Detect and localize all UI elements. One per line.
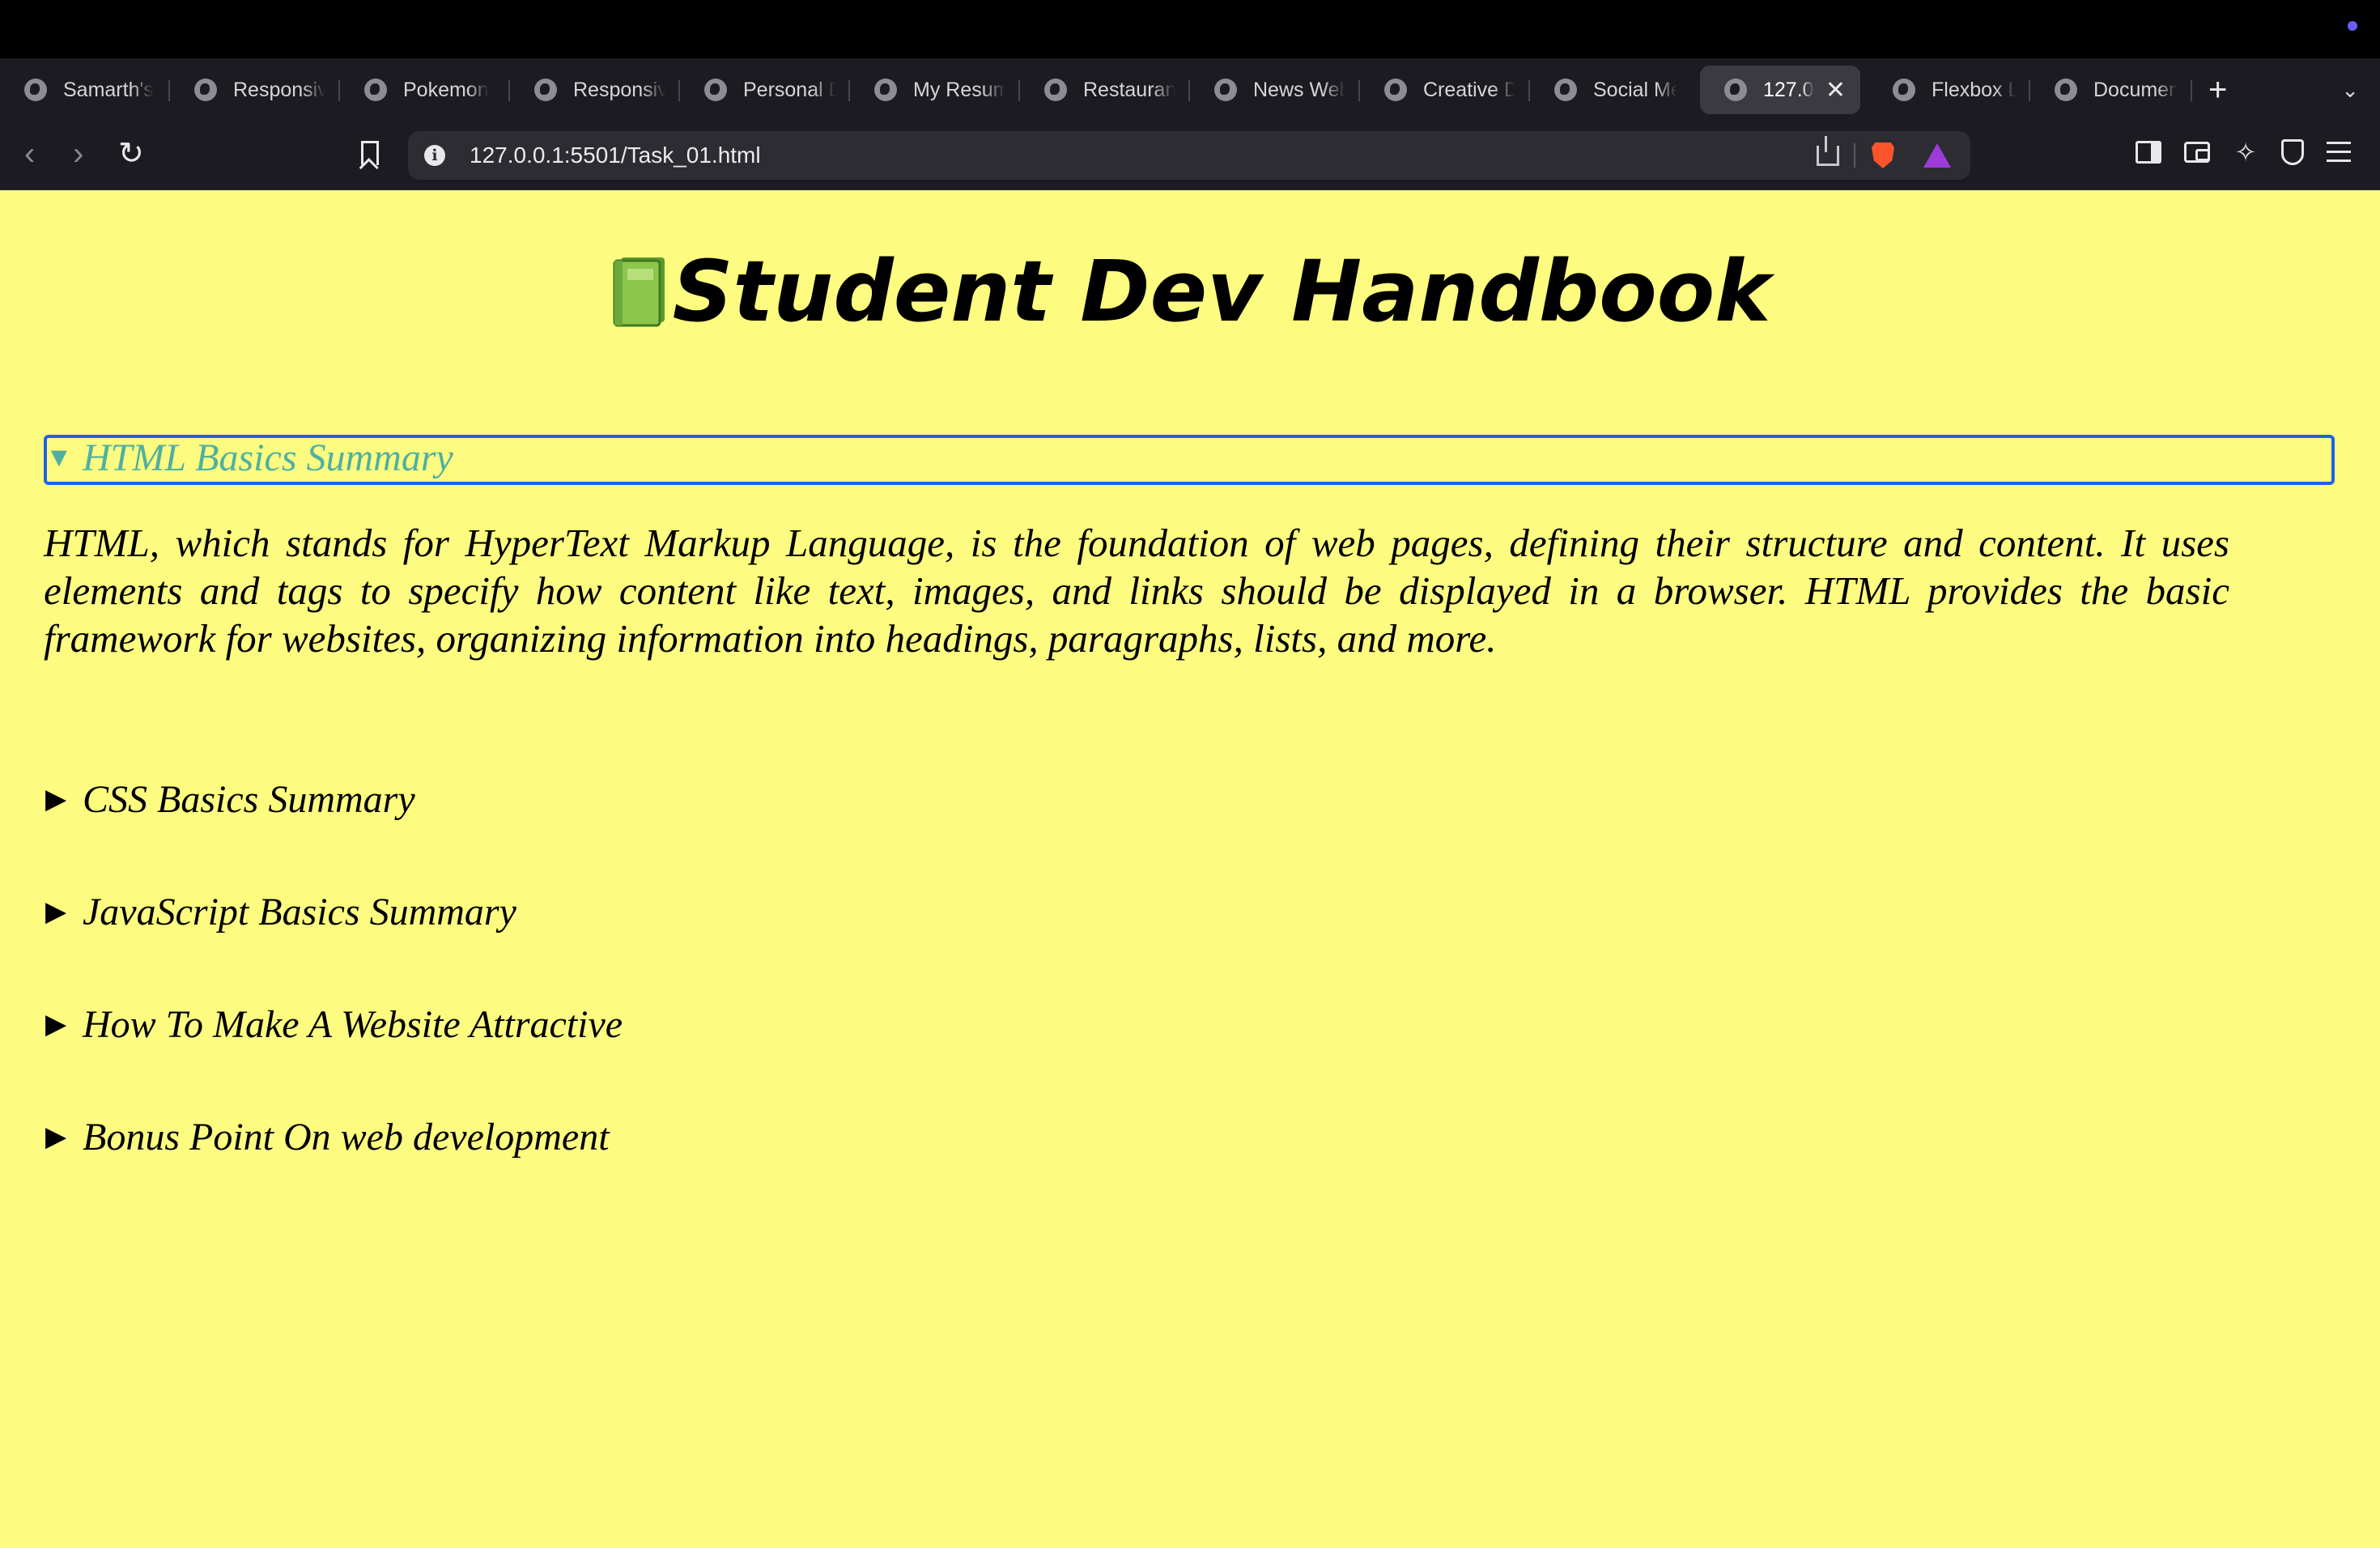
tab-8[interactable]: News Web bbox=[1190, 66, 1360, 114]
disclosure-closed-icon: ▶ bbox=[45, 1122, 67, 1152]
summary-website-attractive[interactable]: ▶ How To Make A Website Attractive bbox=[45, 1001, 623, 1049]
status-dot bbox=[2348, 21, 2357, 31]
close-tab-icon[interactable]: ✕ bbox=[1817, 76, 1846, 104]
back-icon[interactable]: ‹ bbox=[24, 138, 35, 170]
tab-1[interactable]: Samarth's bbox=[0, 66, 170, 114]
tab-list-chevron-icon[interactable]: ⌄ bbox=[2341, 78, 2359, 103]
globe-icon bbox=[24, 79, 47, 101]
page-title: Student Dev Handbook bbox=[0, 239, 2380, 344]
globe-icon bbox=[1554, 79, 1577, 101]
tab-label: Social Me bbox=[1593, 78, 1677, 101]
vpn-shield-icon[interactable] bbox=[2281, 139, 2304, 165]
globe-icon bbox=[1214, 79, 1237, 101]
reload-icon[interactable]: ↻ bbox=[118, 138, 144, 170]
tab-label: News Web bbox=[1253, 78, 1345, 101]
tab-label: Responsive bbox=[573, 78, 665, 101]
globe-icon bbox=[2055, 79, 2077, 101]
globe-icon bbox=[194, 79, 217, 101]
tab-2[interactable]: Responsive bbox=[170, 66, 340, 114]
url-text[interactable]: 127.0.0.1:5501/Task_01.html bbox=[470, 142, 761, 168]
tab-6[interactable]: My Resume bbox=[850, 66, 1020, 114]
page-content: Student Dev Handbook ▼ HTML Basics Summa… bbox=[0, 190, 2380, 1548]
wallet-icon[interactable] bbox=[2184, 142, 2210, 163]
menu-icon[interactable] bbox=[2327, 142, 2351, 163]
tab-5[interactable]: Personal D bbox=[680, 66, 850, 114]
tab-active[interactable]: 127.0 ✕ bbox=[1700, 66, 1860, 114]
new-tab-button[interactable]: + bbox=[2208, 74, 2241, 106]
tab-label: Documen bbox=[2093, 78, 2178, 101]
tab-label: Responsive bbox=[233, 78, 325, 101]
globe-icon bbox=[1044, 79, 1067, 101]
tab-label: Creative D bbox=[1423, 78, 1515, 101]
tab-13[interactable]: Documen bbox=[2030, 66, 2192, 114]
page-title-text: Student Dev Handbook bbox=[672, 242, 1771, 341]
tab-label: Personal D bbox=[743, 78, 835, 101]
navigation-bar: ‹ › ↻ i 127.0.0.1:5501/Task_01.html ✧ bbox=[0, 121, 2380, 190]
forward-icon[interactable]: › bbox=[73, 138, 83, 170]
tab-label: Samarth's bbox=[63, 78, 154, 101]
bat-rewards-icon[interactable] bbox=[1923, 143, 1951, 168]
globe-icon bbox=[1724, 79, 1747, 101]
brave-shields-icon[interactable] bbox=[1872, 142, 1894, 168]
share-icon[interactable] bbox=[1817, 135, 1839, 166]
tab-separator bbox=[2191, 80, 2192, 101]
disclosure-open-icon: ▼ bbox=[45, 443, 73, 473]
tab-strip: Samarth's Responsive Pokemon Responsive … bbox=[0, 58, 2380, 121]
bookmark-icon[interactable] bbox=[361, 141, 379, 165]
toolbar-right: ✧ bbox=[2136, 139, 2351, 165]
summary-html-basics[interactable]: ▼ HTML Basics Summary bbox=[45, 434, 453, 483]
window-top-strip bbox=[0, 0, 2380, 58]
summary-label: JavaScript Basics Summary bbox=[83, 891, 516, 933]
summary-label: How To Make A Website Attractive bbox=[83, 1003, 623, 1046]
tab-9[interactable]: Creative D bbox=[1360, 66, 1530, 114]
html-basics-content: HTML, which stands for HyperText Markup … bbox=[44, 521, 2229, 661]
disclosure-closed-icon: ▶ bbox=[45, 785, 67, 814]
site-info-icon[interactable]: i bbox=[424, 145, 445, 166]
globe-icon bbox=[534, 79, 557, 101]
tab-label: Flexbox L bbox=[1932, 78, 2016, 101]
tab-label: 127.0 bbox=[1763, 78, 1814, 101]
book-icon bbox=[610, 245, 668, 327]
leo-ai-icon[interactable]: ✧ bbox=[2233, 139, 2259, 165]
summary-label: HTML Basics Summary bbox=[83, 436, 453, 479]
url-separator bbox=[1854, 143, 1855, 168]
globe-icon bbox=[1384, 79, 1407, 101]
address-bar[interactable]: i 127.0.0.1:5501/Task_01.html bbox=[408, 131, 1970, 180]
tab-4[interactable]: Responsive bbox=[510, 66, 680, 114]
summary-bonus-point[interactable]: ▶ Bonus Point On web development bbox=[45, 1113, 610, 1162]
globe-icon bbox=[1893, 79, 1915, 101]
tab-label: Pokemon bbox=[403, 78, 489, 101]
summary-label: CSS Basics Summary bbox=[83, 778, 415, 821]
tab-label: Restaurant bbox=[1083, 78, 1175, 101]
disclosure-closed-icon: ▶ bbox=[45, 897, 67, 927]
globe-icon bbox=[874, 79, 897, 101]
tab-12[interactable]: Flexbox L bbox=[1868, 66, 2030, 114]
disclosure-closed-icon: ▶ bbox=[45, 1010, 67, 1040]
summary-css-basics[interactable]: ▶ CSS Basics Summary bbox=[45, 776, 415, 824]
summary-label: Bonus Point On web development bbox=[83, 1116, 610, 1159]
globe-icon bbox=[704, 79, 727, 101]
tab-10[interactable]: Social Me bbox=[1530, 66, 1692, 114]
summary-javascript-basics[interactable]: ▶ JavaScript Basics Summary bbox=[45, 888, 516, 937]
tab-label: My Resume bbox=[913, 78, 1005, 101]
sidebar-icon[interactable] bbox=[2136, 141, 2161, 164]
tab-3[interactable]: Pokemon bbox=[340, 66, 510, 114]
globe-icon bbox=[364, 79, 387, 101]
tab-7[interactable]: Restaurant bbox=[1020, 66, 1190, 114]
